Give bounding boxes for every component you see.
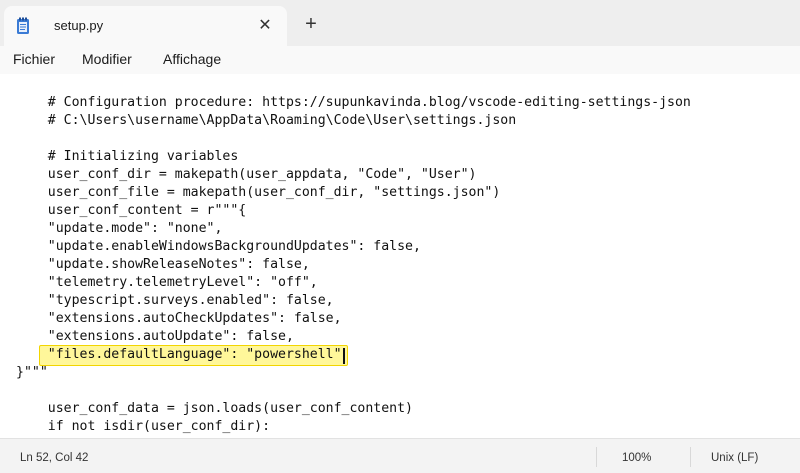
title-bar: setup.py ✕ + [0,0,800,46]
code-line: user_conf_file = makepath(user_conf_dir,… [16,185,501,200]
code-line: # Initializing variables [16,149,239,164]
code-line: user_conf_data = json.loads(user_conf_co… [16,401,413,416]
code-line: "extensions.autoCheckUpdates": false, [16,311,342,326]
new-tab-button[interactable]: + [300,13,322,35]
code-line: "files.defaultLanguage": "powershell" [16,347,342,362]
status-divider [596,447,597,467]
menu-edit[interactable]: Modifier [82,51,132,67]
menu-file[interactable]: Fichier [13,51,55,67]
text-editor[interactable]: # Configuration procedure: https://supun… [0,74,800,438]
code-line: "update.mode": "none", [16,221,223,236]
close-tab-icon[interactable]: ✕ [254,14,276,36]
tab-setup-py[interactable]: setup.py ✕ [4,6,287,46]
code-line: "update.showReleaseNotes": false, [16,257,310,272]
code-line: "typescript.surveys.enabled": false, [16,293,334,308]
code-line: if not isdir(user_conf_dir): [16,419,271,434]
tab-title: setup.py [54,18,104,33]
menu-bar: Fichier Modifier Affichage [0,46,800,74]
line-ending[interactable]: Unix (LF) [711,452,758,464]
status-bar: Ln 52, Col 42 100% Unix (LF) [0,438,800,473]
zoom-level[interactable]: 100% [622,452,651,464]
code-line: "telemetry.telemetryLevel": "off", [16,275,318,290]
code-line: }""" [16,365,48,380]
notepad-icon [17,17,29,34]
code-line: user_conf_dir = makepath(user_appdata, "… [16,167,477,182]
code-line: # C:\Users\username\AppData\Roaming\Code… [16,113,517,128]
code-line: "extensions.autoUpdate": false, [16,329,294,344]
code-line: user_conf_content = r"""{ [16,203,247,218]
text-caret [343,348,345,364]
code-line: "update.enableWindowsBackgroundUpdates":… [16,239,421,254]
code-line: # Configuration procedure: https://supun… [16,95,691,110]
cursor-position: Ln 52, Col 42 [20,452,89,464]
menu-view[interactable]: Affichage [163,51,221,67]
status-divider [690,447,691,467]
